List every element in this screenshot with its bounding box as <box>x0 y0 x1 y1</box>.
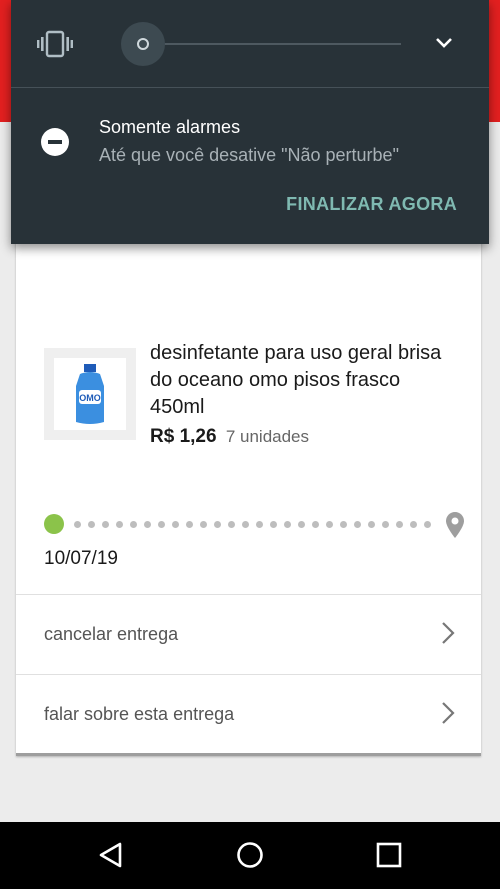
talk-about-delivery-button[interactable]: falar sobre esta entrega <box>16 674 481 754</box>
progress-dot <box>354 521 361 528</box>
bottle-icon: OMO <box>76 364 104 424</box>
product-image-label: OMO <box>79 393 101 403</box>
progress-dot <box>256 521 263 528</box>
dnd-icon[interactable] <box>41 128 69 156</box>
progress-dot <box>284 521 291 528</box>
price-row: R$ 1,26 7 unidades <box>150 426 309 448</box>
progress-start-dot <box>44 514 64 534</box>
progress-dot <box>228 521 235 528</box>
cancel-delivery-label: cancelar entrega <box>44 624 179 644</box>
progress-dot <box>102 521 109 528</box>
progress-dot <box>312 521 319 528</box>
delivery-card: OMO desinfetante para uso geral brisa do… <box>16 236 481 756</box>
progress-dot <box>144 521 151 528</box>
vibrate-icon[interactable] <box>37 30 73 58</box>
progress-dot <box>396 521 403 528</box>
progress-dot <box>340 521 347 528</box>
product-price: R$ 1,26 <box>150 426 217 447</box>
notification-shade: Somente alarmes Até que você desative "N… <box>11 0 489 244</box>
product-units: 7 unidades <box>225 427 310 446</box>
progress-dot <box>424 521 431 528</box>
dnd-title: Somente alarmes <box>99 117 241 137</box>
recents-icon[interactable] <box>374 840 404 870</box>
chevron-down-icon[interactable] <box>435 36 453 50</box>
progress-dot <box>130 521 137 528</box>
talk-about-delivery-label: falar sobre esta entrega <box>44 704 235 724</box>
progress-dot <box>200 521 207 528</box>
progress-dot <box>410 521 417 528</box>
cancel-delivery-button[interactable]: cancelar entrega <box>16 594 481 674</box>
progress-dot <box>186 521 193 528</box>
progress-dot <box>116 521 123 528</box>
volume-slider-track[interactable] <box>143 43 401 45</box>
progress-dot <box>172 521 179 528</box>
chevron-right-icon <box>442 702 455 724</box>
progress-dot <box>298 521 305 528</box>
progress-dot <box>326 521 333 528</box>
progress-dot <box>74 521 81 528</box>
delivery-progress-track <box>44 512 464 538</box>
progress-dot <box>88 521 95 528</box>
volume-slider-thumb[interactable] <box>137 38 149 50</box>
system-nav-bar <box>0 822 500 889</box>
progress-dot <box>158 521 165 528</box>
progress-dot <box>242 521 249 528</box>
home-icon[interactable] <box>235 840 265 870</box>
delivery-date: 10/07/19 <box>44 548 118 569</box>
product-image[interactable]: OMO <box>44 348 136 440</box>
progress-dot <box>270 521 277 528</box>
location-pin-icon <box>446 512 464 538</box>
finish-now-button[interactable]: FINALIZAR AGORA <box>286 194 457 215</box>
progress-dot <box>368 521 375 528</box>
dnd-subtitle: Até que você desative "Não perturbe" <box>99 145 399 165</box>
back-icon[interactable] <box>96 840 126 870</box>
volume-row <box>11 0 489 88</box>
product-name: desinfetante para uso geral brisa do oce… <box>150 342 442 418</box>
chevron-right-icon <box>442 622 455 644</box>
progress-dot <box>382 521 389 528</box>
progress-dot <box>214 521 221 528</box>
